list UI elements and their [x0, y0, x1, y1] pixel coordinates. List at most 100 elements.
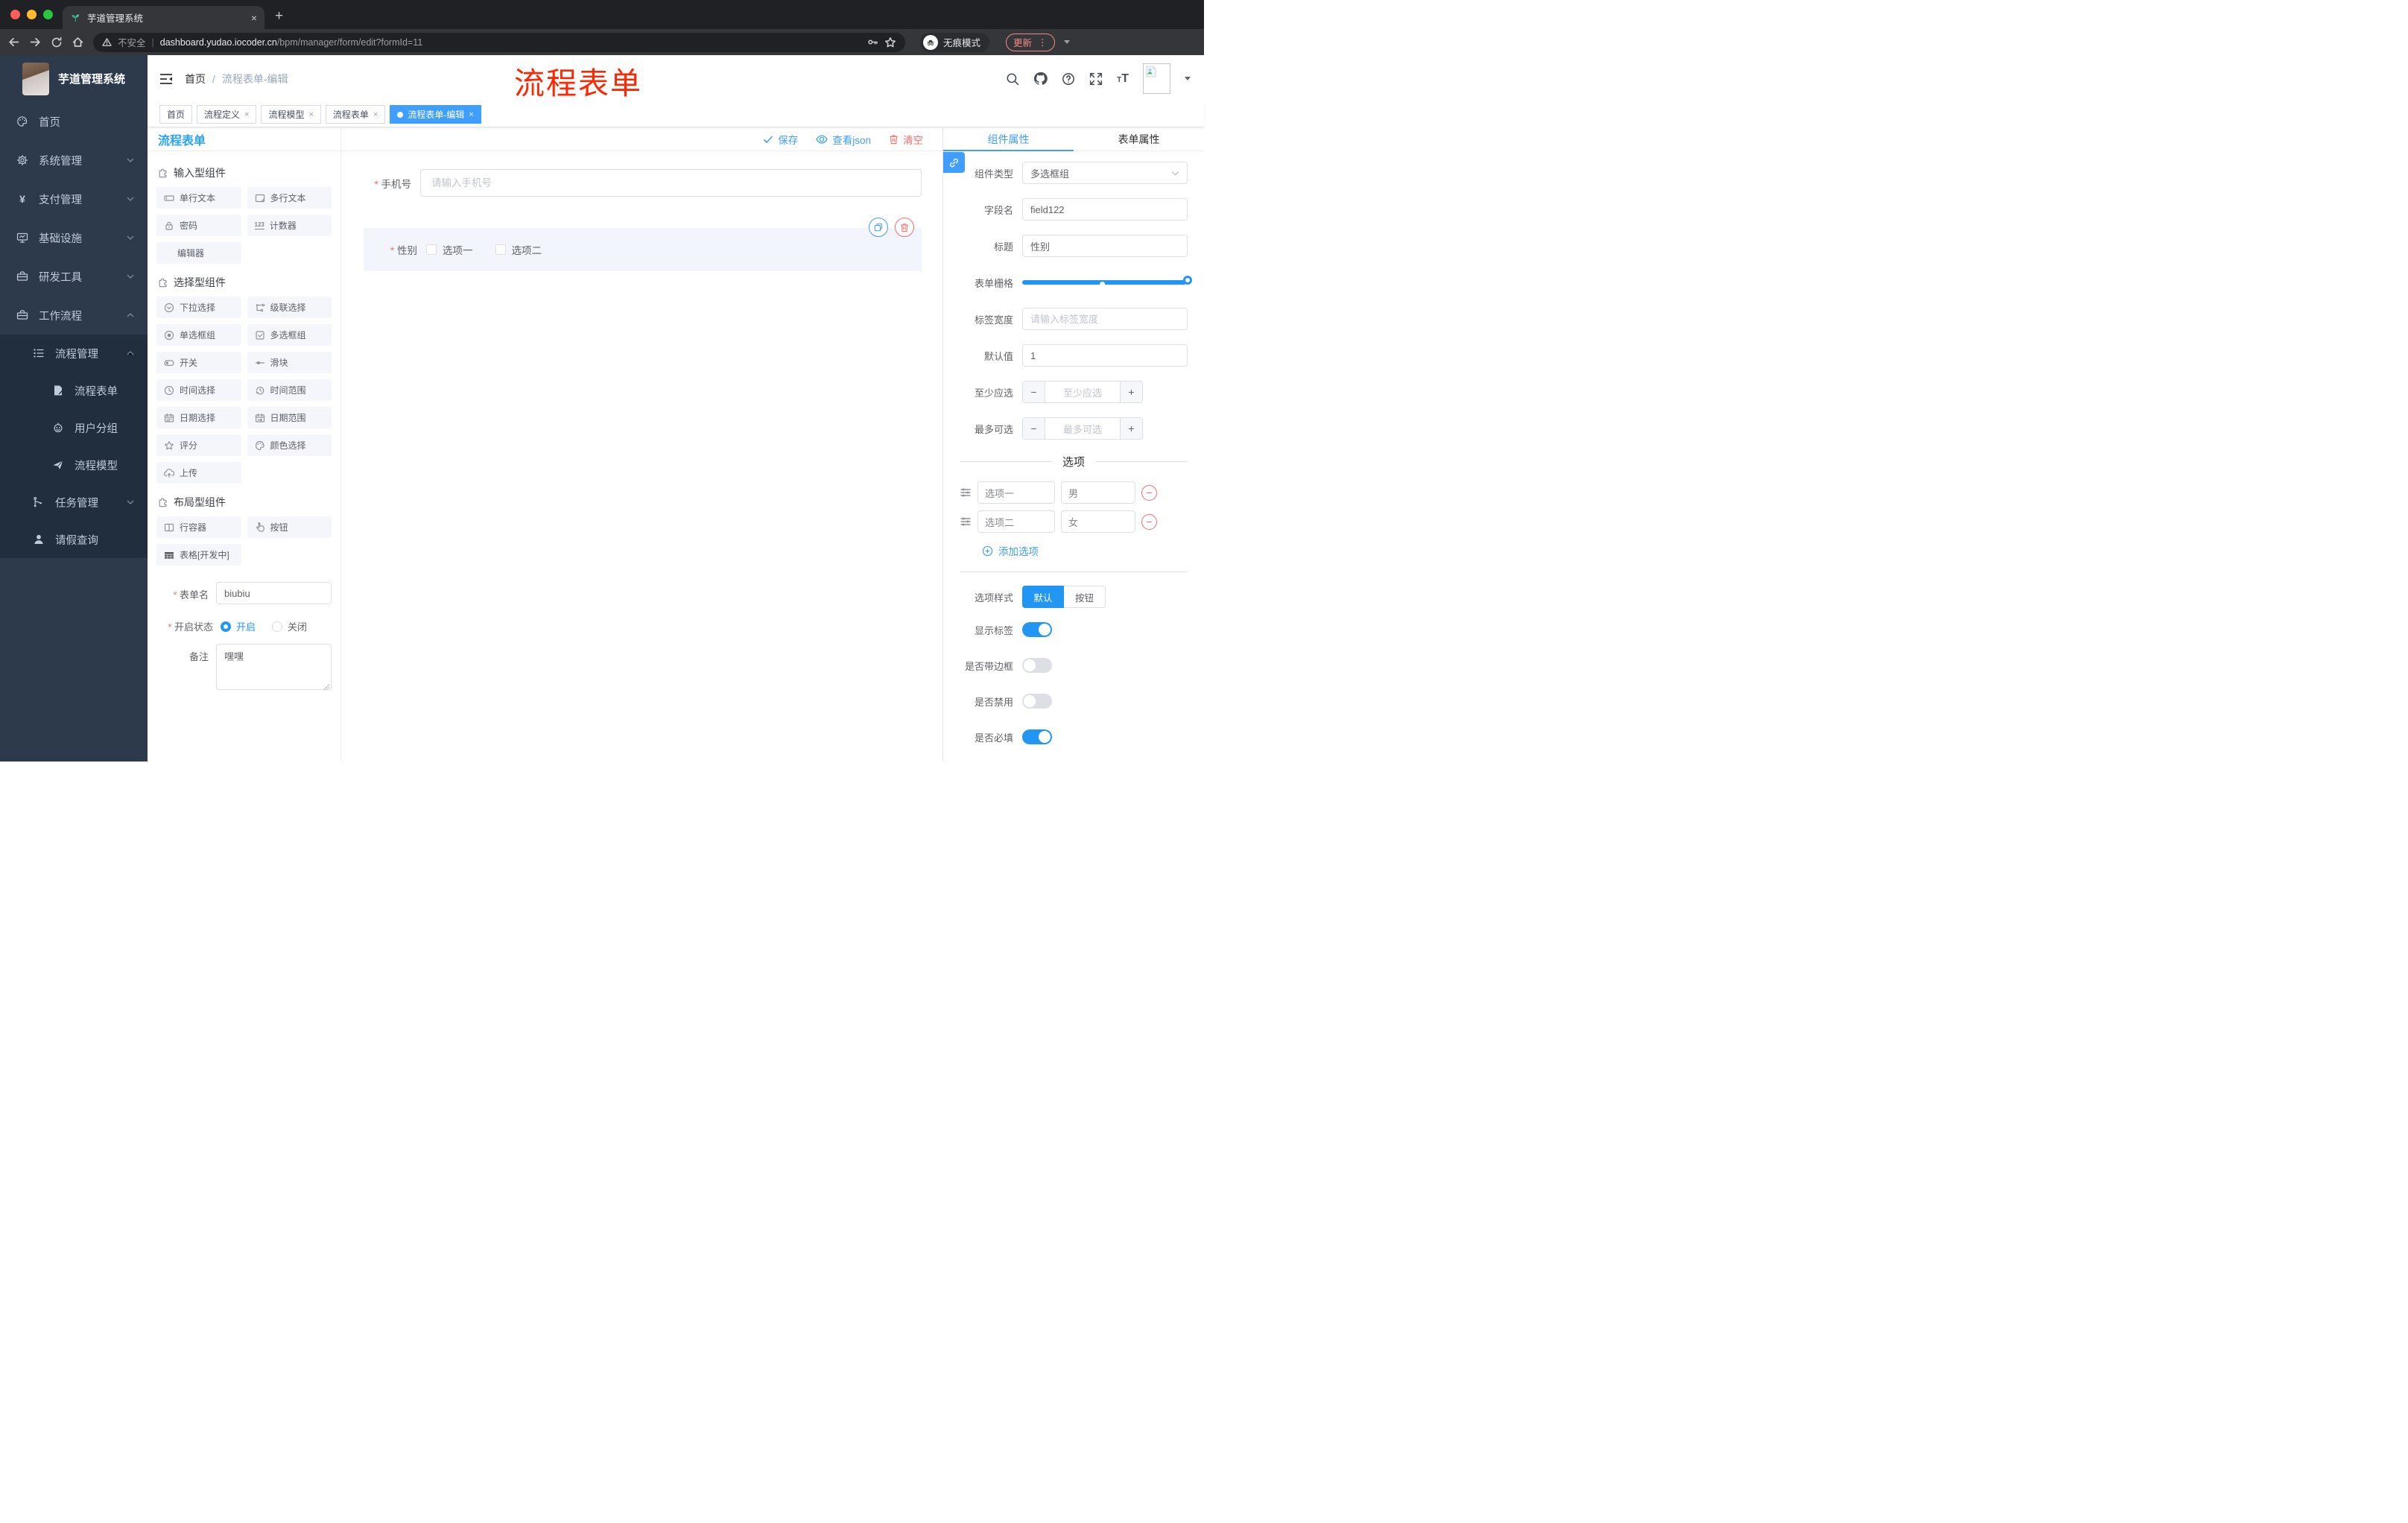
remove-option-button[interactable]: − [1141, 513, 1157, 530]
sidebar-item-infra[interactable]: 基础设施 [0, 218, 148, 257]
tag-close-icon[interactable]: × [469, 110, 473, 119]
close-window-button[interactable] [10, 10, 20, 19]
palette-item-time-picker[interactable]: 时间选择 [156, 379, 241, 401]
palette-item-select[interactable]: 下拉选择 [156, 297, 241, 318]
forward-icon[interactable] [29, 36, 42, 48]
grid-slider[interactable] [1022, 271, 1192, 294]
back-icon[interactable] [7, 36, 20, 48]
tab-close-icon[interactable]: × [251, 13, 257, 23]
form-name-input[interactable] [216, 582, 332, 604]
option-value-input[interactable] [1061, 510, 1135, 533]
copy-component-button[interactable] [869, 218, 888, 237]
palette-item-cascader[interactable]: 级联选择 [247, 297, 332, 318]
palette-item-editor[interactable]: 编辑器 [156, 242, 241, 264]
fullscreen-icon[interactable] [1089, 72, 1103, 86]
sidebar-item-system[interactable]: 系统管理 [0, 141, 148, 180]
tag-close-icon[interactable]: × [373, 110, 378, 119]
key-icon[interactable] [867, 37, 878, 48]
tag-process-form-edit[interactable]: 流程表单-编辑 × [390, 105, 481, 124]
gender-option2-checkbox[interactable]: 选项二 [495, 242, 542, 257]
sidebar-item-payment[interactable]: ¥ 支付管理 [0, 180, 148, 218]
min-select-stepper[interactable]: − 至少应选 + [1022, 381, 1143, 403]
tag-process-model[interactable]: 流程模型 × [261, 105, 321, 124]
reload-icon[interactable] [51, 37, 63, 48]
view-json-button[interactable]: 查看json [816, 132, 871, 147]
decrease-button[interactable]: − [1023, 381, 1045, 402]
home-icon[interactable] [72, 36, 84, 48]
minimize-window-button[interactable] [27, 10, 37, 19]
add-option-button[interactable]: 添加选项 [982, 543, 1188, 558]
sidebar-item-home[interactable]: 首页 [0, 102, 148, 141]
palette-item-table[interactable]: 表格[开发中] [156, 544, 241, 566]
sidebar-item-leave-query[interactable]: 请假查询 [0, 521, 148, 558]
drag-handle-icon[interactable] [960, 487, 972, 498]
update-button[interactable]: 更新 ⋮ [1006, 33, 1055, 51]
decrease-button[interactable]: − [1023, 418, 1045, 439]
palette-item-checkbox-group[interactable]: 多选框组 [247, 324, 332, 346]
palette-item-switch[interactable]: 开关 [156, 352, 241, 373]
palette-item-textarea[interactable]: 多行文本 [247, 187, 332, 209]
palette-item-color-picker[interactable]: 颜色选择 [247, 434, 332, 456]
sidebar-item-process-model[interactable]: 流程模型 [0, 446, 148, 484]
style-button-button[interactable]: 按钮 [1064, 586, 1106, 608]
palette-item-button[interactable]: 按钮 [247, 516, 332, 538]
palette-item-date-picker[interactable]: 日期选择 [156, 407, 241, 428]
label-width-input[interactable] [1022, 308, 1188, 330]
form-remark-textarea[interactable]: 嘿嘿 [216, 644, 332, 690]
title-input[interactable] [1022, 235, 1188, 257]
link-badge[interactable] [943, 152, 965, 173]
min-select-value[interactable]: 至少应选 [1045, 381, 1120, 402]
bookmark-star-icon[interactable] [884, 37, 896, 48]
clear-button[interactable]: 清空 [889, 132, 923, 147]
sidebar-item-workflow[interactable]: 工作流程 [0, 296, 148, 335]
palette-item-slider[interactable]: 滑块 [247, 352, 332, 373]
tag-process-form[interactable]: 流程表单 × [325, 105, 386, 124]
tag-close-icon[interactable]: × [244, 110, 249, 119]
palette-item-radio-group[interactable]: 单选框组 [156, 324, 241, 346]
option-label-input[interactable] [978, 510, 1055, 533]
breadcrumb-home[interactable]: 首页 [185, 72, 206, 86]
palette-item-password[interactable]: 密码 [156, 215, 241, 236]
palette-item-row-container[interactable]: 行容器 [156, 516, 241, 538]
status-radio-off[interactable]: 关闭 [272, 619, 307, 633]
tag-home[interactable]: 首页 [159, 105, 193, 124]
save-button[interactable]: 保存 [763, 132, 798, 147]
tag-close-icon[interactable]: × [308, 110, 313, 119]
help-icon[interactable] [1062, 72, 1075, 86]
tag-process-definition[interactable]: 流程定义 × [197, 105, 257, 124]
status-radio-on[interactable]: 开启 [221, 619, 256, 633]
palette-item-counter[interactable]: 123 计数器 [247, 215, 332, 236]
more-menu-icon[interactable]: ⋮ [1038, 37, 1048, 48]
delete-component-button[interactable] [895, 218, 914, 237]
increase-button[interactable]: + [1120, 381, 1142, 402]
gender-field-selected[interactable]: 性别 选项一 选项二 [364, 218, 922, 271]
sidebar-item-process-mgmt[interactable]: 流程管理 [0, 335, 148, 372]
address-bar[interactable]: 不安全 | dashboard.yudao.iocoder.cn/bpm/man… [93, 32, 905, 52]
show-label-toggle[interactable] [1022, 622, 1052, 637]
sidebar-item-devtools[interactable]: 研发工具 [0, 257, 148, 296]
palette-item-time-range[interactable]: 时间范围 [247, 379, 332, 401]
tab-form-props[interactable]: 表单属性 [1074, 127, 1204, 151]
search-icon[interactable] [1006, 72, 1019, 86]
avatar[interactable] [1143, 63, 1170, 94]
palette-item-upload[interactable]: 上传 [156, 462, 241, 484]
github-icon[interactable] [1033, 72, 1048, 86]
option-label-input[interactable] [978, 481, 1055, 504]
gender-option1-checkbox[interactable]: 选项一 [426, 242, 473, 257]
border-toggle[interactable] [1022, 658, 1052, 673]
remove-option-button[interactable]: − [1141, 484, 1157, 501]
security-warning-icon[interactable] [102, 37, 112, 47]
phone-input[interactable] [420, 169, 922, 197]
new-tab-button[interactable]: + [275, 8, 283, 25]
maximize-window-button[interactable] [43, 10, 53, 19]
max-select-stepper[interactable]: − 最多可选 + [1022, 417, 1143, 440]
field-name-input[interactable] [1022, 198, 1188, 221]
component-type-select[interactable]: 多选框组 [1022, 162, 1188, 184]
max-select-value[interactable]: 最多可选 [1045, 418, 1120, 439]
sidebar-item-process-form[interactable]: 流程表单 [0, 372, 148, 409]
increase-button[interactable]: + [1120, 418, 1142, 439]
tab-component-props[interactable]: 组件属性 [943, 127, 1074, 151]
avatar-caret-icon[interactable] [1185, 77, 1191, 80]
disabled-toggle[interactable] [1022, 694, 1052, 709]
required-toggle[interactable] [1022, 729, 1052, 744]
